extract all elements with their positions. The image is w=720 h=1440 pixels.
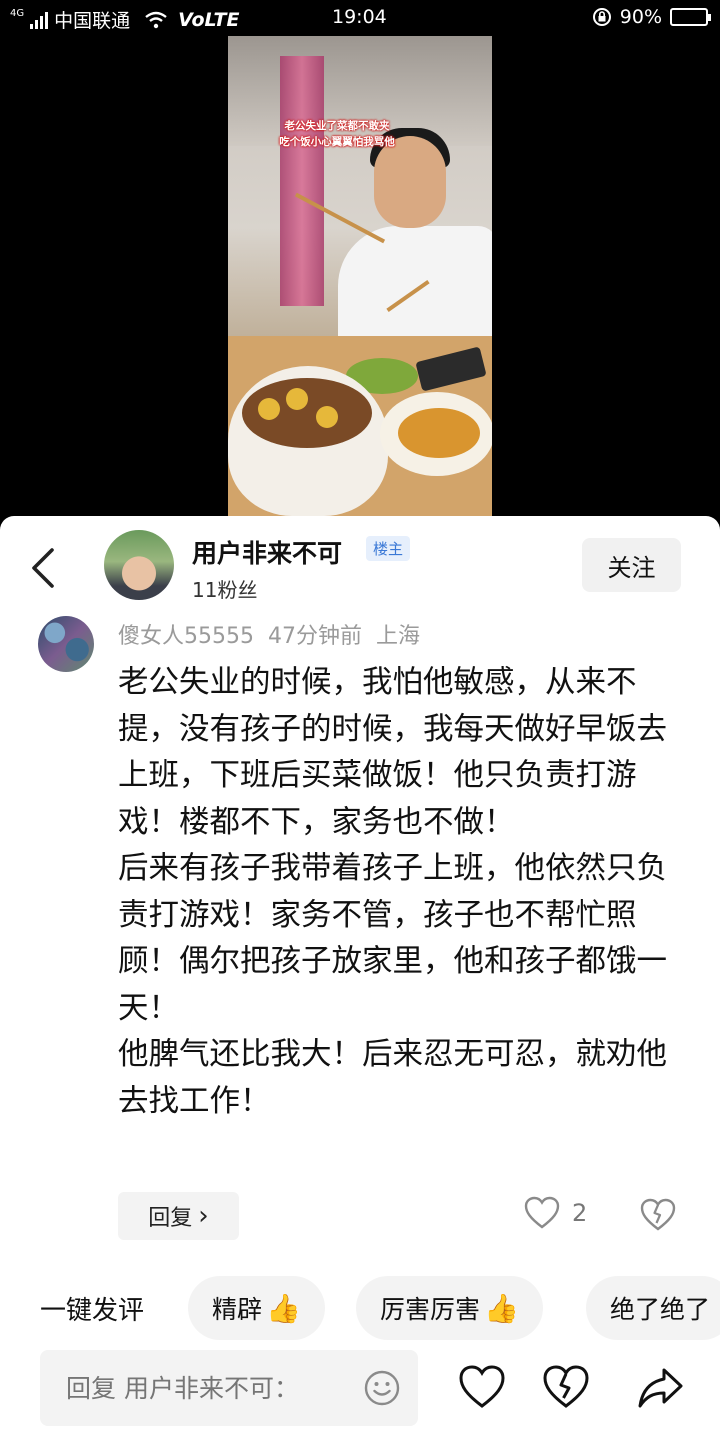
reply-input[interactable] bbox=[40, 1350, 418, 1426]
quick-reply-bar: 一键发评 精辟 👍 厉害厉害 👍 绝了绝了 bbox=[0, 1276, 720, 1340]
host-badge: 楼主 bbox=[366, 536, 411, 561]
volte-indicator: VoLTE bbox=[178, 8, 240, 31]
heart-outline-icon bbox=[524, 1196, 560, 1229]
comment-paragraph: 老公失业的时候，我怕他敏感，从来不提，没有孩子的时候，我每天做好早饭去上班，下班… bbox=[118, 665, 667, 840]
comment-text: 老公失业的时候，我怕他敏感，从来不提，没有孩子的时候，我每天做好早饭去上班，下班… bbox=[118, 660, 684, 1125]
wifi-icon bbox=[145, 11, 167, 28]
battery-percent: 90% bbox=[619, 6, 662, 28]
broken-heart-icon[interactable] bbox=[640, 1198, 676, 1232]
smiley-icon[interactable] bbox=[364, 1370, 400, 1406]
rotation-lock-icon bbox=[592, 8, 611, 26]
comment-paragraph: 他脾气还比我大！后来忍无可忍，就劝他去找工作！ bbox=[118, 1037, 667, 1119]
follow-button[interactable]: 关注 bbox=[582, 538, 681, 592]
comment-time: 47分钟前 bbox=[268, 624, 362, 649]
battery-icon bbox=[670, 8, 711, 26]
host-fans-count: 11粉丝 bbox=[192, 578, 258, 602]
thumbs-up-icon: 👍 bbox=[266, 1291, 301, 1325]
quick-reply-label: 一键发评 bbox=[40, 1296, 145, 1326]
thumbs-up-icon: 👍 bbox=[484, 1291, 519, 1325]
quick-reply-chip[interactable]: 厉害厉害 👍 bbox=[356, 1276, 543, 1340]
carrier-name: 中国联通 bbox=[54, 10, 131, 32]
comment-location: 上海 bbox=[376, 624, 421, 649]
like-button[interactable]: 2 bbox=[524, 1196, 587, 1230]
video-caption: 老公失业了菜都不敢夹 吃个饭小心翼翼怕我骂他 bbox=[279, 120, 395, 148]
comment-paragraph: 后来有孩子我带着孩子上班，他依然只负责打游戏！家务不管，孩子也不帮忙照顾！偶尔把… bbox=[118, 851, 667, 1026]
broken-heart-icon[interactable] bbox=[542, 1364, 590, 1412]
chevron-right-icon: › bbox=[198, 1201, 209, 1231]
heart-outline-icon[interactable] bbox=[458, 1364, 506, 1412]
reply-button[interactable]: 回复 › bbox=[118, 1192, 239, 1240]
chevron-left-icon[interactable] bbox=[26, 546, 66, 590]
commenter-name[interactable]: 傻女人55555 bbox=[118, 618, 254, 650]
quick-reply-chip[interactable]: 精辟 👍 bbox=[188, 1276, 325, 1340]
commenter-avatar[interactable] bbox=[38, 616, 94, 672]
status-bar: 4G 中国联通 VoLTE 19:04 90% bbox=[0, 0, 720, 36]
reply-label: 回复 bbox=[148, 1206, 193, 1231]
host-name[interactable]: 用户非来不可 bbox=[192, 534, 342, 570]
network-type: 4G bbox=[10, 8, 25, 19]
host-avatar[interactable] bbox=[104, 530, 174, 600]
video-player[interactable]: 老公失业了菜都不敢夹 吃个饭小心翼翼怕我骂他 bbox=[228, 36, 492, 516]
comment-meta: 傻女人55555 47分钟前 上海 bbox=[118, 618, 420, 650]
comment-sheet: 用户非来不可 楼主 11粉丝 关注 傻女人55555 47分钟前 上海 老公失业… bbox=[0, 516, 720, 1440]
share-arrow-icon[interactable] bbox=[636, 1364, 684, 1412]
signal-icon bbox=[30, 11, 49, 29]
clock: 19:04 bbox=[332, 6, 387, 28]
quick-reply-chip[interactable]: 绝了绝了 bbox=[586, 1276, 720, 1340]
like-count: 2 bbox=[572, 1199, 588, 1227]
